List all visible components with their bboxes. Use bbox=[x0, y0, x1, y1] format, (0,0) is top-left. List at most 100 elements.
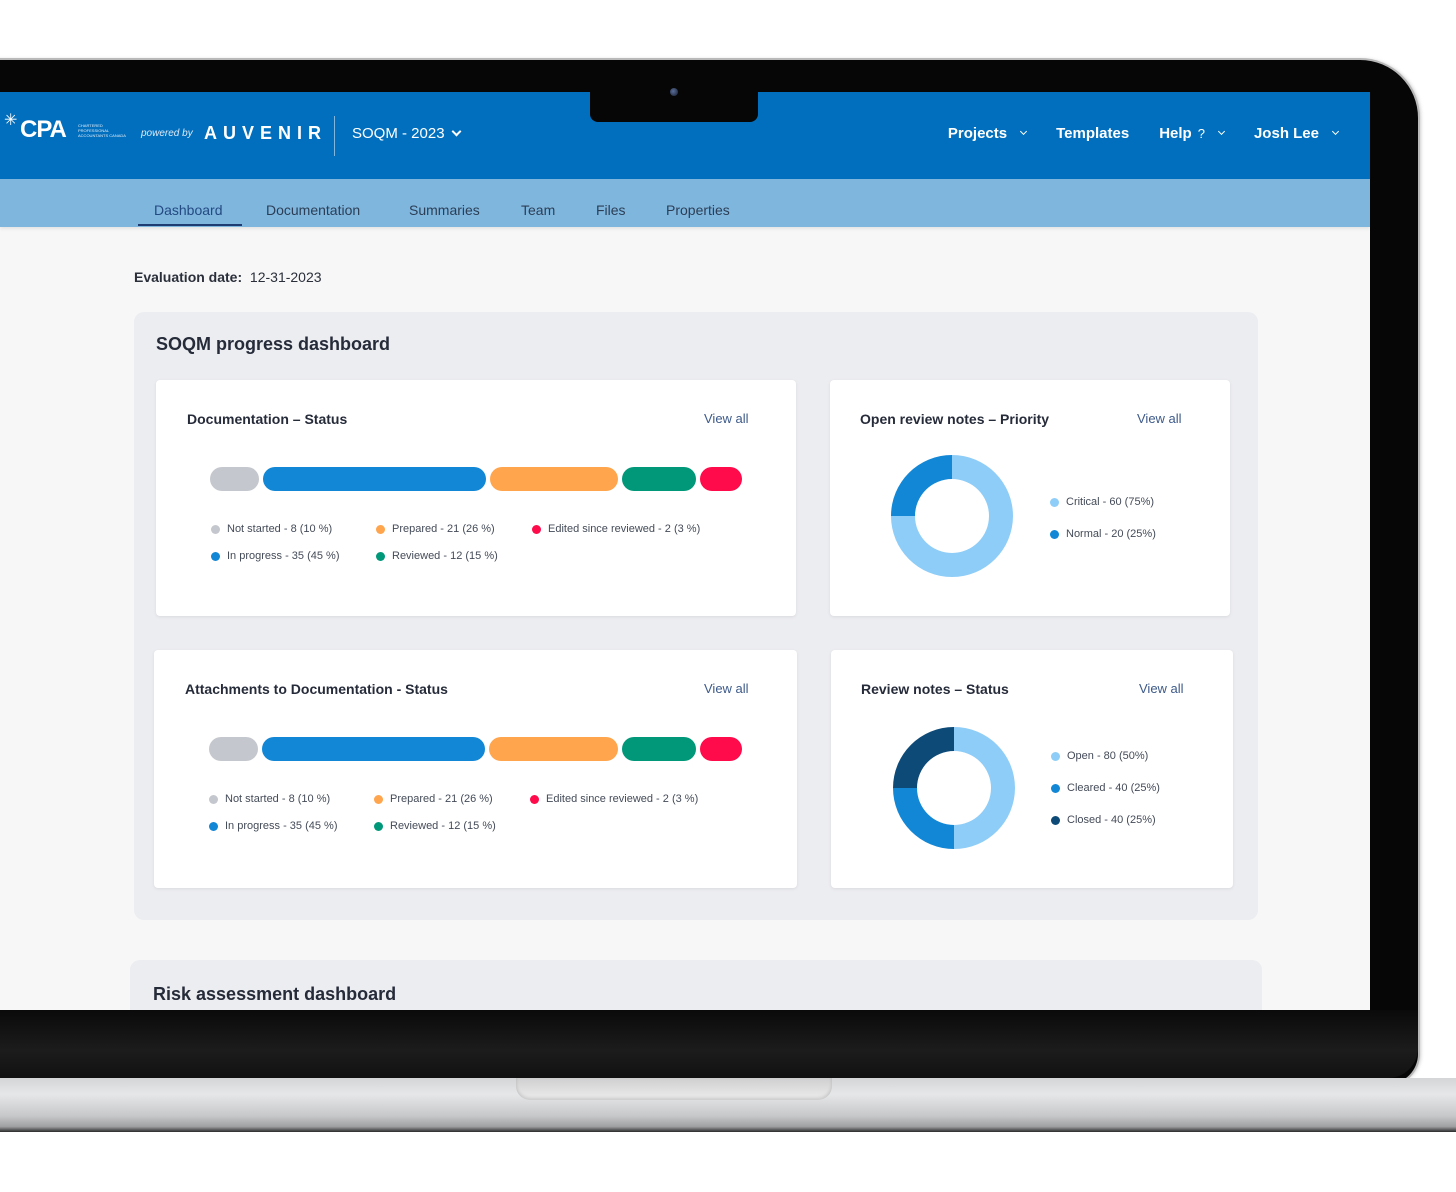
evaluation-date: Evaluation date: 12-31-2023 bbox=[134, 269, 322, 285]
laptop-chin bbox=[0, 1010, 1418, 1078]
documentation-status-card: Documentation – Status View all Not star… bbox=[156, 380, 796, 616]
user-menu[interactable]: Josh Lee bbox=[1253, 125, 1340, 142]
nav-help-label: Help bbox=[1159, 125, 1192, 142]
donut-slice-open[interactable] bbox=[954, 727, 1015, 849]
camera-icon bbox=[670, 88, 678, 96]
bar-segment-in-progress[interactable] bbox=[263, 467, 486, 491]
nav-projects-label: Projects bbox=[947, 125, 1008, 142]
legend-item-closed: Closed - 40 (25%) bbox=[1051, 814, 1156, 826]
donut-slice-cleared[interactable] bbox=[893, 788, 954, 849]
tab-dashboard[interactable]: Dashboard bbox=[154, 202, 223, 218]
legend-item-cleared: Cleared - 40 (25%) bbox=[1051, 782, 1160, 794]
bar-segment-reviewed[interactable] bbox=[621, 737, 696, 761]
bar-segment-not-started[interactable] bbox=[210, 467, 260, 491]
legend-label: Cleared - 40 (25%) bbox=[1067, 782, 1160, 794]
legend-dot bbox=[209, 821, 218, 831]
legend-item-not-started: Not started - 8 (10 %) bbox=[209, 793, 330, 805]
tab-properties[interactable]: Properties bbox=[666, 202, 730, 218]
legend-label: Prepared - 21 (26 %) bbox=[390, 793, 493, 805]
attachments-status-card: Attachments to Documentation - Status Vi… bbox=[154, 650, 797, 888]
donut-slice-normal[interactable] bbox=[891, 455, 952, 516]
priority-donut-chart bbox=[891, 455, 1013, 577]
legend-item-edited-since-reviewed: Edited since reviewed - 2 (3 %) bbox=[530, 793, 698, 805]
legend-label: In progress - 35 (45 %) bbox=[225, 820, 338, 832]
legend-item-not-started: Not started - 8 (10 %) bbox=[211, 523, 332, 535]
legend-label: Edited since reviewed - 2 (3 %) bbox=[546, 793, 699, 805]
chevron-down-icon bbox=[451, 126, 461, 137]
tab-documentation[interactable]: Documentation bbox=[266, 202, 360, 218]
panel-title: Risk assessment dashboard bbox=[153, 984, 397, 1004]
legend-dot bbox=[1051, 815, 1060, 825]
legend-label: Closed - 40 (25%) bbox=[1067, 814, 1156, 826]
legend-label: Prepared - 21 (26 %) bbox=[392, 523, 495, 535]
user-name: Josh Lee bbox=[1253, 125, 1319, 142]
header-divider bbox=[334, 116, 335, 156]
legend-item-critical: Critical - 60 (75%) bbox=[1050, 496, 1154, 508]
evaluation-date-label: Evaluation date: bbox=[134, 269, 243, 285]
legend-item-in-progress: In progress - 35 (45 %) bbox=[209, 820, 338, 832]
legend-item-prepared: Prepared - 21 (26 %) bbox=[376, 523, 495, 535]
legend-label: Normal - 20 (25%) bbox=[1066, 528, 1156, 540]
legend-label: Reviewed - 12 (15 %) bbox=[390, 820, 496, 832]
legend-item-open: Open - 80 (50%) bbox=[1051, 750, 1148, 762]
review-notes-status-card: Review notes – Status View all Open - 80… bbox=[831, 650, 1233, 888]
chevron-down-icon bbox=[1020, 127, 1028, 136]
legend-dot bbox=[211, 524, 220, 534]
legend-dot bbox=[376, 524, 385, 534]
donut-slice-closed[interactable] bbox=[893, 727, 954, 788]
legend-dot bbox=[1050, 497, 1059, 507]
card-title: Documentation – Status bbox=[187, 411, 348, 427]
card-title: Attachments to Documentation - Status bbox=[185, 681, 448, 697]
tab-team[interactable]: Team bbox=[521, 202, 555, 218]
bar-segment-reviewed[interactable] bbox=[621, 467, 696, 491]
legend-item-edited-since-reviewed: Edited since reviewed - 2 (3 %) bbox=[532, 523, 700, 535]
legend-label: Reviewed - 12 (15 %) bbox=[392, 550, 498, 562]
bar-segment-in-progress[interactable] bbox=[262, 737, 486, 761]
app-screen: ✳ CPA Chartered Professional Accountants… bbox=[0, 92, 1370, 1010]
project-selector[interactable]: SOQM - 2023 bbox=[352, 125, 461, 142]
legend-dot bbox=[1050, 529, 1059, 539]
legend-item-reviewed: Reviewed - 12 (15 %) bbox=[374, 820, 496, 832]
legend-dot bbox=[1051, 751, 1060, 761]
card-title: Open review notes – Priority bbox=[860, 411, 1050, 427]
risk-assessment-panel: Risk assessment dashboard bbox=[130, 960, 1262, 1010]
cpa-logo-subtext: Chartered Professional Accountants Canad… bbox=[78, 123, 126, 138]
legend-label: Edited since reviewed - 2 (3 %) bbox=[548, 523, 701, 535]
nav-help[interactable]: Help ? bbox=[1159, 125, 1226, 142]
view-all-link[interactable]: View all bbox=[704, 681, 749, 696]
project-selector-label: SOQM - 2023 bbox=[352, 125, 445, 142]
legend-dot bbox=[211, 551, 220, 561]
nav-templates[interactable]: Templates bbox=[1056, 125, 1129, 142]
laptop-opening-notch bbox=[516, 1078, 832, 1100]
legend-dot bbox=[532, 524, 541, 534]
card-title: Review notes – Status bbox=[861, 681, 1009, 697]
legend-dot bbox=[209, 794, 218, 804]
bar-segment-edited-since-reviewed[interactable] bbox=[699, 737, 742, 761]
bar-segment-prepared[interactable] bbox=[489, 467, 618, 491]
bar-segment-prepared[interactable] bbox=[489, 737, 618, 761]
tab-files[interactable]: Files bbox=[596, 202, 626, 218]
header-nav: Projects Templates Help ? Josh Lee bbox=[947, 125, 1340, 142]
view-all-link[interactable]: View all bbox=[1137, 411, 1182, 426]
bar-segment-not-started[interactable] bbox=[209, 737, 259, 761]
view-all-link[interactable]: View all bbox=[1139, 681, 1184, 696]
legend-dot bbox=[530, 794, 539, 804]
legend-item-in-progress: In progress - 35 (45 %) bbox=[211, 550, 340, 562]
legend-dot bbox=[374, 794, 383, 804]
legend-label: Open - 80 (50%) bbox=[1067, 750, 1149, 762]
legend-item-reviewed: Reviewed - 12 (15 %) bbox=[376, 550, 498, 562]
nav-projects[interactable]: Projects bbox=[947, 125, 1028, 142]
legend-label: In progress - 35 (45 %) bbox=[227, 550, 340, 562]
status-bar-chart bbox=[209, 737, 742, 761]
bar-segment-edited-since-reviewed[interactable] bbox=[700, 467, 742, 491]
laptop-mockup: ✳ CPA Chartered Professional Accountants… bbox=[0, 0, 1456, 1192]
open-review-notes-priority-card: Open review notes – Priority View all Cr… bbox=[830, 380, 1230, 616]
tab-summaries[interactable]: Summaries bbox=[409, 202, 480, 218]
legend-dot bbox=[376, 551, 385, 561]
view-all-link[interactable]: View all bbox=[704, 411, 749, 426]
chevron-down-icon bbox=[1331, 127, 1340, 136]
status-bar-chart bbox=[210, 467, 742, 491]
active-tab-indicator bbox=[138, 224, 242, 226]
chevron-down-icon bbox=[1217, 127, 1226, 136]
cpa-logo-text: CPA bbox=[20, 116, 67, 143]
